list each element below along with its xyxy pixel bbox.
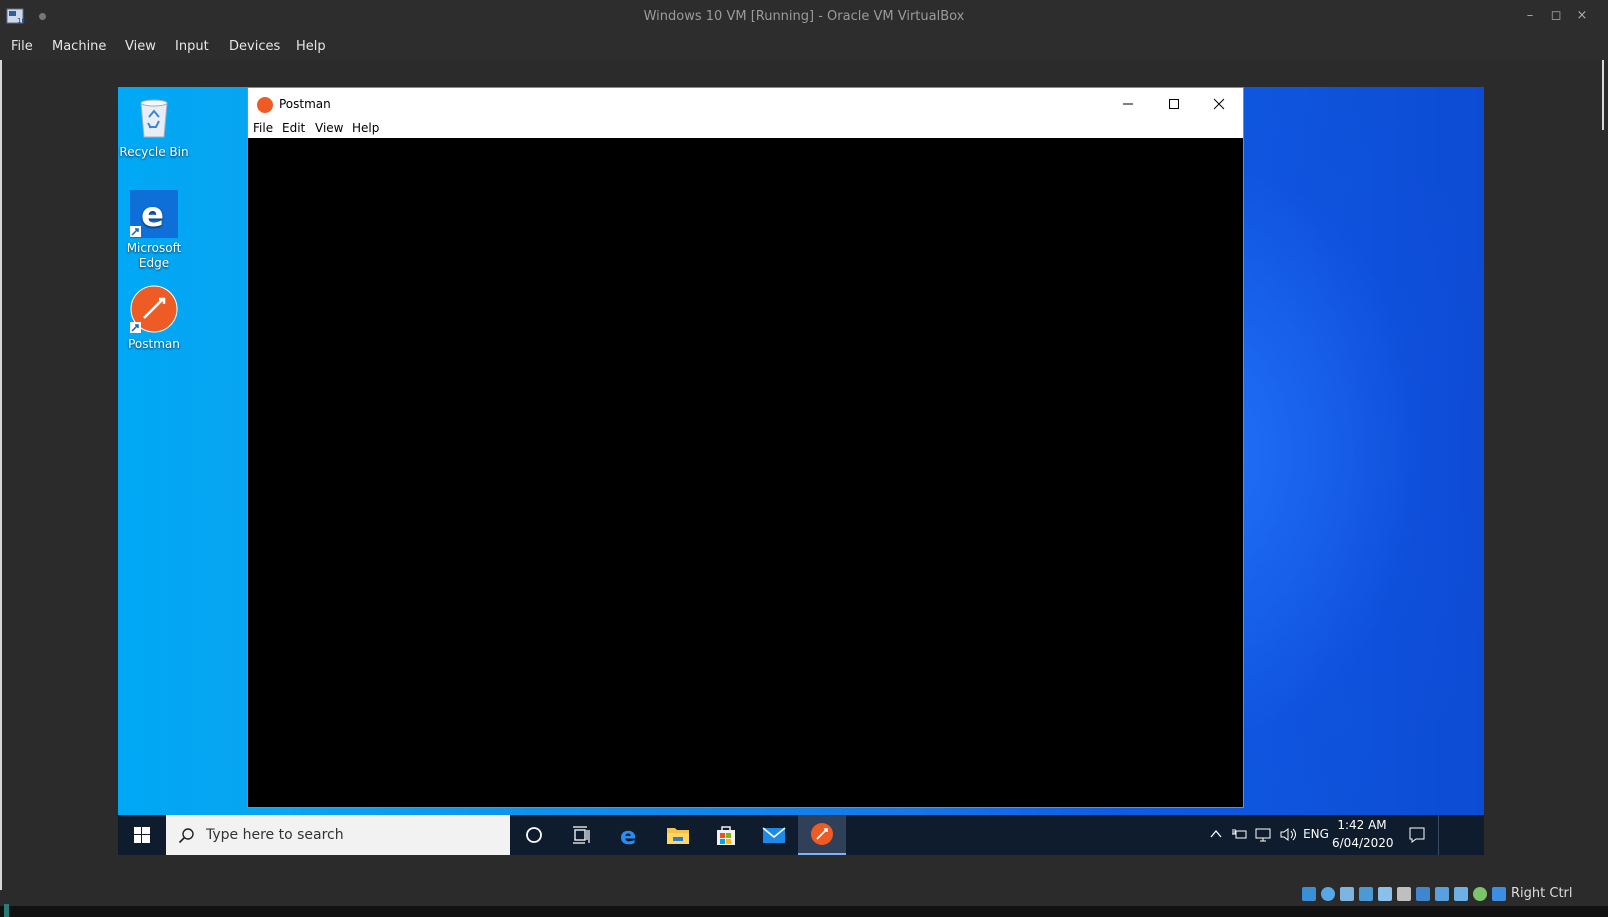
menu-view[interactable]: View xyxy=(125,39,156,54)
desktop-icon-edge[interactable]: e Microsoft Edge xyxy=(118,189,194,271)
postman-menubar: File Edit View Help xyxy=(248,120,1243,138)
taskbar-file-explorer-button[interactable] xyxy=(654,815,702,855)
taskbar-search-box[interactable]: Type here to search xyxy=(166,815,510,855)
close-button[interactable]: × xyxy=(1574,8,1590,24)
postman-logo-icon xyxy=(257,97,273,113)
taskbar-store-button[interactable] xyxy=(702,815,750,855)
desktop-icon-label: Microsoft Edge xyxy=(126,241,182,270)
host-window-title: Windows 10 VM [Running] - Oracle VM Virt… xyxy=(643,9,965,24)
keyboard-capture-status-icon[interactable] xyxy=(1492,887,1506,901)
guest-desktop[interactable]: Recycle Bin e Microsoft Edge Postman Pos… xyxy=(118,87,1484,855)
hdd-status-icon[interactable] xyxy=(1302,887,1316,901)
maximize-button[interactable]: ◻ xyxy=(1548,8,1564,24)
menu-help[interactable]: Help xyxy=(296,39,326,54)
menu-file[interactable]: File xyxy=(11,39,33,54)
taskbar-mail-button[interactable] xyxy=(750,815,798,855)
file-explorer-icon xyxy=(667,828,689,844)
menu-input[interactable]: Input xyxy=(175,39,209,54)
show-desktop-button[interactable] xyxy=(1438,815,1443,855)
task-view-button[interactable] xyxy=(558,815,606,855)
host-left-border xyxy=(0,60,2,890)
mouse-integration-status-icon[interactable] xyxy=(1473,887,1487,901)
usb-status-icon[interactable] xyxy=(1378,887,1392,901)
vt-status-icon[interactable] xyxy=(1454,887,1468,901)
postman-close-button[interactable] xyxy=(1196,88,1242,120)
postman-menu-edit[interactable]: Edit xyxy=(282,121,305,135)
cortana-icon xyxy=(526,827,542,843)
display-status-icon[interactable] xyxy=(1416,887,1430,901)
postman-menu-view[interactable]: View xyxy=(315,121,343,135)
audio-status-icon[interactable] xyxy=(1340,887,1354,901)
store-icon xyxy=(717,826,735,845)
host-bottom-indicator xyxy=(4,904,9,917)
desktop-icon-postman[interactable]: Postman xyxy=(118,285,194,352)
postman-titlebar[interactable]: Postman xyxy=(248,88,1243,120)
postman-window[interactable]: Postman File Edit View Help xyxy=(247,87,1244,808)
task-view-icon xyxy=(573,826,590,844)
recording-status-icon[interactable] xyxy=(1435,887,1449,901)
postman-menu-file[interactable]: File xyxy=(253,121,273,135)
postman-icon xyxy=(129,285,179,335)
host-menubar: File Machine View Input Devices Help xyxy=(0,34,1608,60)
show-hidden-icons-chevron-up-icon[interactable] xyxy=(1210,829,1222,839)
postman-icon xyxy=(811,823,833,845)
postman-menu-help[interactable]: Help xyxy=(352,121,379,135)
maximize-icon xyxy=(1169,99,1179,109)
cortana-button[interactable] xyxy=(510,815,558,855)
start-button[interactable] xyxy=(118,815,166,855)
host-key-label: Right Ctrl xyxy=(1511,886,1573,901)
menu-devices[interactable]: Devices xyxy=(229,39,280,54)
network-status-icon[interactable] xyxy=(1359,887,1373,901)
taskbar-postman-button[interactable] xyxy=(798,815,846,855)
action-center-notification-icon[interactable] xyxy=(1408,826,1426,844)
postman-maximize-button[interactable] xyxy=(1151,88,1197,120)
minimize-icon xyxy=(1123,103,1133,105)
host-right-border xyxy=(1602,60,1604,130)
host-titlebar: 10 Windows 10 VM [Running] - Oracle VM V… xyxy=(0,0,1608,34)
clock-time[interactable]: 1:42 AM xyxy=(1332,818,1392,832)
search-placeholder: Type here to search xyxy=(206,827,344,843)
shared-folders-status-icon[interactable] xyxy=(1397,887,1411,901)
postman-minimize-button[interactable] xyxy=(1105,88,1151,120)
network-icon[interactable] xyxy=(1255,827,1273,842)
desktop-icon-label: Recycle Bin xyxy=(119,145,189,159)
taskbar-edge-button[interactable]: e xyxy=(606,815,654,855)
svg-text:e: e xyxy=(141,195,164,235)
postman-content-area[interactable] xyxy=(248,138,1243,807)
desktop-icon-label: Postman xyxy=(128,337,180,351)
mail-icon xyxy=(762,827,786,843)
minimize-button[interactable]: – xyxy=(1522,8,1538,24)
menu-machine[interactable]: Machine xyxy=(52,39,106,54)
edge-icon: e xyxy=(129,189,179,239)
close-icon xyxy=(1213,98,1225,110)
host-bottom-strip xyxy=(0,906,1608,917)
recycle-bin-icon xyxy=(129,93,179,143)
desktop-icon-recycle-bin[interactable]: Recycle Bin xyxy=(118,93,194,160)
edge-icon: e xyxy=(620,823,636,847)
clock-date[interactable]: 6/04/2020 xyxy=(1332,836,1394,850)
optical-drive-status-icon[interactable] xyxy=(1321,887,1335,901)
search-icon xyxy=(178,828,194,844)
postman-window-title: Postman xyxy=(279,97,331,111)
svg-text:e: e xyxy=(620,823,636,847)
battery-plug-icon[interactable] xyxy=(1232,827,1248,841)
volume-icon[interactable] xyxy=(1279,827,1297,842)
input-language[interactable]: ENG xyxy=(1296,827,1336,841)
windows-logo-icon xyxy=(134,827,150,843)
taskbar: Type here to search e ENG 1:42 AM 6/04/2… xyxy=(118,815,1484,855)
